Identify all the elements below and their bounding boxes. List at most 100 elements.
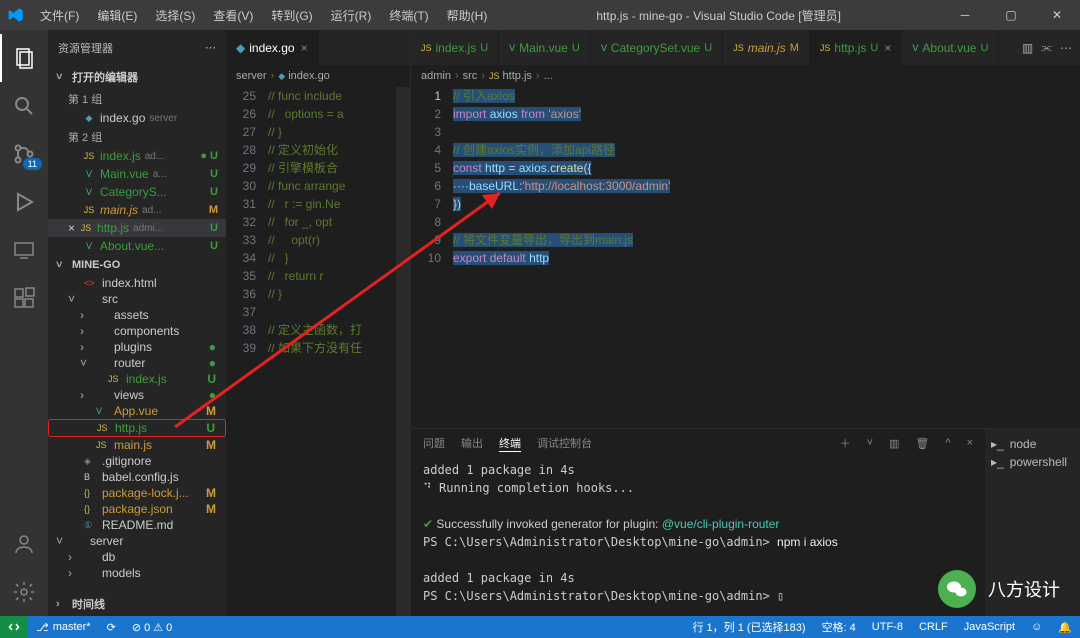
debug-icon[interactable] bbox=[0, 178, 48, 226]
file-item[interactable]: JSmain.jsM bbox=[48, 437, 226, 453]
js-icon: JS bbox=[79, 223, 93, 233]
tab[interactable]: VAbout.vueU bbox=[902, 30, 999, 65]
folder-item[interactable]: ›components bbox=[48, 323, 226, 339]
folder-item[interactable]: ›db bbox=[48, 549, 226, 565]
menu-item[interactable]: 运行(R) bbox=[323, 3, 380, 28]
remote-icon[interactable] bbox=[0, 226, 48, 274]
maximize-button[interactable]: ▢ bbox=[988, 0, 1034, 30]
split-icon[interactable]: ▥ bbox=[1022, 41, 1033, 55]
account-icon[interactable] bbox=[0, 520, 48, 568]
breadcrumb-left[interactable]: server›◆ index.go bbox=[226, 65, 410, 87]
open-editor-item[interactable]: JSindex.jsad...● U bbox=[48, 147, 226, 165]
js-icon: JS bbox=[108, 374, 122, 384]
menu-item[interactable]: 帮助(H) bbox=[439, 3, 496, 28]
eol[interactable]: CRLF bbox=[911, 621, 956, 633]
file-item[interactable]: ①README.md bbox=[48, 517, 226, 533]
tab[interactable]: VCategorySet.vueU bbox=[591, 30, 723, 65]
terminal-instance[interactable]: ▸_node bbox=[991, 435, 1074, 453]
folder-item[interactable]: ˅router● bbox=[48, 355, 226, 371]
sidebar-title: 资源管理器 bbox=[58, 40, 113, 56]
terminal[interactable]: added 1 package in 4s ⠙ Running completi… bbox=[411, 457, 985, 609]
minimize-button[interactable]: ─ bbox=[942, 0, 988, 30]
explorer-icon[interactable] bbox=[0, 34, 48, 82]
code-editor-left[interactable]: 252627282930313233343536373839 // func i… bbox=[226, 87, 410, 616]
diff-icon[interactable]: ⫘ bbox=[1041, 40, 1052, 55]
panel-tab[interactable]: 问题 bbox=[423, 435, 445, 451]
tab[interactable]: VMain.vueU bbox=[499, 30, 591, 65]
file-item[interactable]: ◈.gitignore bbox=[48, 453, 226, 469]
open-editor-item[interactable]: VMain.vuea...U bbox=[48, 165, 226, 183]
sidebar-more-icon[interactable]: ⋯ bbox=[205, 41, 216, 54]
minimap[interactable] bbox=[396, 87, 410, 616]
folder-item[interactable]: ›models bbox=[48, 565, 226, 581]
menu-item[interactable]: 转到(G) bbox=[263, 3, 320, 28]
more-icon[interactable]: ⋯ bbox=[1060, 41, 1072, 55]
json-icon: {} bbox=[84, 504, 98, 514]
breadcrumb-right[interactable]: admin›src›JS http.js›... bbox=[411, 65, 1080, 87]
tab-index-go[interactable]: ◆ index.go × bbox=[226, 30, 319, 65]
folder-item[interactable]: ˅src bbox=[48, 291, 226, 307]
tab[interactable]: JSmain.jsM bbox=[723, 30, 810, 65]
file-item[interactable]: {}package.jsonM bbox=[48, 501, 226, 517]
md-icon: ① bbox=[84, 520, 98, 531]
file-item[interactable]: <>index.html bbox=[48, 275, 226, 291]
folder-item[interactable]: ›views● bbox=[48, 387, 226, 403]
search-icon[interactable] bbox=[0, 82, 48, 130]
panel-action-v[interactable]: ˅ bbox=[867, 437, 873, 449]
folder-item[interactable]: ›assets bbox=[48, 307, 226, 323]
close-button[interactable]: ✕ bbox=[1034, 0, 1080, 30]
panel-tab[interactable]: 输出 bbox=[461, 435, 483, 451]
js-icon: JS bbox=[97, 423, 111, 433]
open-editor-item[interactable]: VCategoryS...U bbox=[48, 183, 226, 201]
file-item[interactable]: Bbabel.config.js bbox=[48, 469, 226, 485]
menu-item[interactable]: 编辑(E) bbox=[89, 3, 145, 28]
language-mode[interactable]: JavaScript bbox=[956, 621, 1023, 633]
tab[interactable]: JShttp.jsU× bbox=[810, 30, 903, 65]
panel-action-^[interactable]: ^ bbox=[945, 437, 950, 449]
gear-icon[interactable] bbox=[0, 568, 48, 616]
titlebar: 文件(F)编辑(E)选择(S)查看(V)转到(G)运行(R)终端(T)帮助(H)… bbox=[0, 0, 1080, 30]
panel-action-split[interactable]: ▥ bbox=[889, 437, 899, 450]
open-editor-item[interactable]: VAbout.vue...U bbox=[48, 237, 226, 255]
explorer-sidebar: 资源管理器 ⋯ ˅打开的编辑器 第 1 组 ◆index.goserver 第 … bbox=[48, 30, 226, 616]
menu-item[interactable]: 选择(S) bbox=[147, 3, 203, 28]
remote-indicator[interactable] bbox=[0, 616, 28, 638]
scm-icon[interactable]: 11 bbox=[0, 130, 48, 178]
folder-item[interactable]: ›plugins● bbox=[48, 339, 226, 355]
open-editor-item[interactable]: ×JShttp.jsadmi...U bbox=[48, 219, 226, 237]
workspace-header[interactable]: ˅MINE-GO bbox=[48, 255, 226, 275]
file-item[interactable]: JShttp.jsU bbox=[48, 419, 226, 437]
open-editors-header[interactable]: ˅打开的编辑器 bbox=[48, 65, 226, 89]
tab[interactable]: JSindex.jsU bbox=[411, 30, 499, 65]
extensions-icon[interactable] bbox=[0, 274, 48, 322]
cursor-position[interactable]: 行 1，列 1 (已选择183) bbox=[684, 619, 813, 635]
encoding[interactable]: UTF-8 bbox=[864, 621, 911, 633]
panel-tab[interactable]: 调试控制台 bbox=[537, 435, 592, 451]
menu-item[interactable]: 文件(F) bbox=[32, 3, 87, 28]
file-item[interactable]: JSindex.jsU bbox=[48, 371, 226, 387]
vue-icon: V bbox=[96, 406, 110, 416]
problems-indicator[interactable]: ⊘ 0 ⚠ 0 bbox=[124, 621, 180, 634]
panel-action-+[interactable]: ＋ bbox=[840, 435, 851, 451]
timeline-header[interactable]: ›时间线 bbox=[48, 592, 226, 616]
sync-icon[interactable]: ⟳ bbox=[99, 621, 124, 634]
open-editor-item[interactable]: JSmain.jsad...M bbox=[48, 201, 226, 219]
menu-item[interactable]: 终端(T) bbox=[381, 3, 436, 28]
menu-item[interactable]: 查看(V) bbox=[205, 3, 261, 28]
code-editor-right[interactable]: 12345678910 // 引入axios import axios from… bbox=[411, 87, 1080, 428]
panel-action-x[interactable]: × bbox=[967, 437, 973, 449]
panel-tab[interactable]: 终端 bbox=[499, 435, 521, 452]
close-icon[interactable]: × bbox=[884, 41, 891, 55]
open-editor-item[interactable]: ◆index.goserver bbox=[48, 109, 226, 127]
git-branch[interactable]: ⎇ master* bbox=[28, 621, 99, 634]
indent[interactable]: 空格: 4 bbox=[814, 619, 864, 635]
file-item[interactable]: VApp.vueM bbox=[48, 403, 226, 419]
terminal-instance[interactable]: ▸_powershell bbox=[991, 453, 1074, 471]
feedback-icon[interactable]: ☺ bbox=[1023, 621, 1050, 633]
vue-icon: V bbox=[601, 43, 607, 53]
file-item[interactable]: {}package-lock.j...M bbox=[48, 485, 226, 501]
panel-action-trash[interactable]: 🗑 bbox=[915, 437, 929, 450]
bell-icon[interactable]: 🔔 bbox=[1050, 621, 1080, 634]
folder-item[interactable]: ˅server bbox=[48, 533, 226, 549]
close-icon[interactable]: × bbox=[301, 41, 308, 55]
